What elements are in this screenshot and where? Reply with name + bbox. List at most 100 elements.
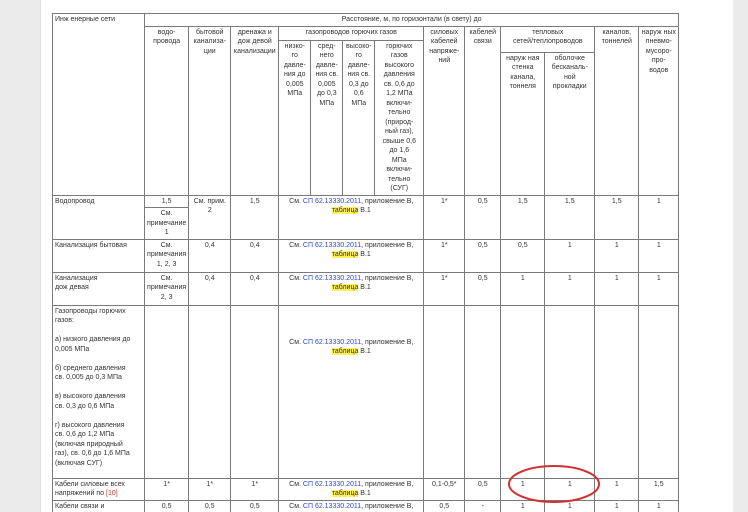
cell-drainage: 1,5: [230, 194, 280, 240]
ref-middle: , приложение В,: [361, 241, 414, 249]
document-page: Инж енерные сети Расстояние, м, по гориз…: [40, 0, 733, 512]
ref-suffix: В.1: [358, 348, 371, 355]
cell-gas-reference: См. СП 62.13330.2011, приложение В,: [278, 499, 425, 512]
table-header-row: водо- провода бытовой канализа- ции дрен…: [53, 25, 680, 196]
distance-norms-table: Инж енерные сети Расстояние, м, по гориз…: [52, 13, 680, 512]
footnote-ref[interactable]: [10]: [106, 490, 118, 497]
header-channels: каналов, тоннелей: [594, 25, 640, 196]
cell-sewer: 0,5: [188, 499, 232, 512]
cell-drainage: 0,4: [230, 238, 280, 273]
header-gas-medium: сред- него давле- ния св. 0,005 до 0,3 М…: [310, 39, 344, 196]
ref-prefix: См.: [289, 338, 303, 346]
cell-gas-reference: См. СП 62.13330.2011, приложение В, табли…: [278, 477, 425, 501]
cell-water: См. примечания 1, 2, 3: [143, 238, 190, 273]
cell-water-note: См. примечание 1: [143, 207, 190, 240]
ref-middle: , приложение В,: [361, 197, 414, 205]
table-row: Канализация дож девая См. примечания 2, …: [52, 271, 680, 306]
cell-comm: 0,5: [464, 271, 502, 306]
cell-gas-reference: См. СП 62.13330.2011, приложение В, табли…: [278, 304, 425, 479]
cell-channels: 1,5: [594, 194, 640, 240]
ref-highlight: таблица: [331, 490, 359, 497]
cell-power: 0,5: [423, 499, 466, 512]
ref-link[interactable]: СП 62.13330.2011: [303, 503, 361, 510]
viewer-background-left: [0, 0, 40, 512]
cell-pneumo: [638, 304, 680, 479]
cell-channels: 1: [594, 271, 640, 306]
cell-sewer: 1*: [188, 477, 232, 501]
cell-heat-outer: [500, 304, 546, 479]
header-water: водо- провода: [143, 25, 190, 196]
cell-drainage: [230, 304, 280, 479]
cell-pneumo: 1: [638, 499, 680, 512]
cell-water: [143, 304, 190, 479]
header-gas-high: высоко- го давле- ния св. 0,3 до 0,6 МПа: [342, 39, 376, 196]
cell-heat-shell: 1: [544, 499, 596, 512]
cell-pneumo: 1: [638, 238, 680, 273]
header-pneumo: наруж ных пневмо- мусоро- про- водов: [638, 25, 680, 196]
table-header-row: Инж енерные сети Расстояние, м, по гориз…: [52, 13, 680, 196]
ref-prefix: См.: [289, 274, 303, 282]
ref-highlight: таблица: [331, 348, 359, 355]
row-name: Кабели силовые всех напряжений по [10]: [52, 477, 145, 501]
table-row: Газопроводы горючих газов: а) низкого да…: [52, 304, 680, 479]
cell-comm: 0,5: [464, 194, 502, 240]
ref-middle: , приложение В,: [361, 338, 414, 346]
cell-channels: 1: [594, 499, 640, 512]
ref-link[interactable]: СП 62.13330.2011: [303, 275, 361, 282]
cell-heat-outer: 0,5: [500, 238, 546, 273]
header-gas-high2: горючих газов высокого давления св. 0,6 …: [374, 39, 425, 196]
cell-power: 1*: [423, 271, 466, 306]
cell-pneumo: 1: [638, 194, 680, 240]
cell-water: 1,5: [143, 194, 190, 208]
cell-gas-reference: См. СП 62.13330.2011, приложение В, табли…: [278, 238, 425, 273]
row-name: Канализация бытовая: [52, 238, 145, 273]
cell-heat-outer: 1: [500, 499, 546, 512]
header-sewer-house: бытовой канализа- ции: [188, 25, 232, 196]
cell-sewer: [188, 304, 232, 479]
header-gas-low: низко- го давле- ния до 0,005 МПа: [278, 39, 312, 196]
cell-comm: -: [464, 499, 502, 512]
header-drainage: дренажа и дож девой канализации: [230, 25, 280, 196]
row-name: Газопроводы горючих газов: а) низкого да…: [52, 304, 145, 479]
ref-prefix: См.: [289, 241, 303, 249]
ref-suffix: В.1: [358, 251, 371, 258]
ref-link[interactable]: СП 62.13330.2011: [303, 242, 361, 249]
ref-highlight: таблица: [331, 284, 359, 291]
cell-water: 1*: [143, 477, 190, 501]
cell-water: 0,5: [143, 499, 190, 512]
cell-heat-shell: 1: [544, 477, 596, 501]
header-comm: кабелей связи: [464, 25, 502, 196]
ref-link[interactable]: СП 62.13330.2011: [303, 198, 361, 205]
row-name: Водопровод: [52, 194, 145, 240]
cell-channels: 1: [594, 477, 640, 501]
cell-heat-outer: 1: [500, 271, 546, 306]
cell-water: См. примечания 2, 3: [143, 271, 190, 306]
ref-suffix: В.1: [358, 490, 371, 497]
header-distance-group: Расстояние, м, по горизонтали (в свету) …: [143, 13, 680, 27]
header-utility: Инж енерные сети: [52, 13, 145, 196]
table-row: Водопровод 1,5 См. прим. 2 1,5 См. СП 62…: [52, 194, 680, 240]
cell-drainage: 0,4: [230, 271, 280, 306]
cell-power: 0,1-0,5*: [423, 477, 466, 501]
cell-sewer: 0,4: [188, 271, 232, 306]
cell-pneumo: 1,5: [638, 477, 680, 501]
cell-sewer: 0,4: [188, 238, 232, 273]
cell-comm: 0,5: [464, 238, 502, 273]
cell-sewer: См. прим. 2: [188, 194, 232, 240]
ref-link[interactable]: СП 62.13330.2011: [303, 339, 361, 346]
header-heat-outer: наруж ная стенка канала, тоннеля: [500, 51, 546, 196]
cell-channels: 1: [594, 238, 640, 273]
table-row: Кабели силовые всех напряжений по [10] 1…: [52, 477, 680, 501]
cell-power: [423, 304, 466, 479]
ref-prefix: См.: [289, 480, 303, 488]
ref-link[interactable]: СП 62.13330.2011: [303, 481, 361, 488]
cell-heat-shell: [544, 304, 596, 479]
row-name: Кабели связи и: [52, 499, 145, 512]
cell-drainage: 1*: [230, 477, 280, 501]
cell-heat-outer: 1: [500, 477, 546, 501]
cell-heat-shell: 1: [544, 271, 596, 306]
table-row: Канализация бытовая См. примечания 1, 2,…: [52, 238, 680, 273]
ref-highlight: таблица: [331, 251, 359, 258]
viewer-background-right: [733, 0, 748, 512]
cell-heat-outer: 1,5: [500, 194, 546, 240]
